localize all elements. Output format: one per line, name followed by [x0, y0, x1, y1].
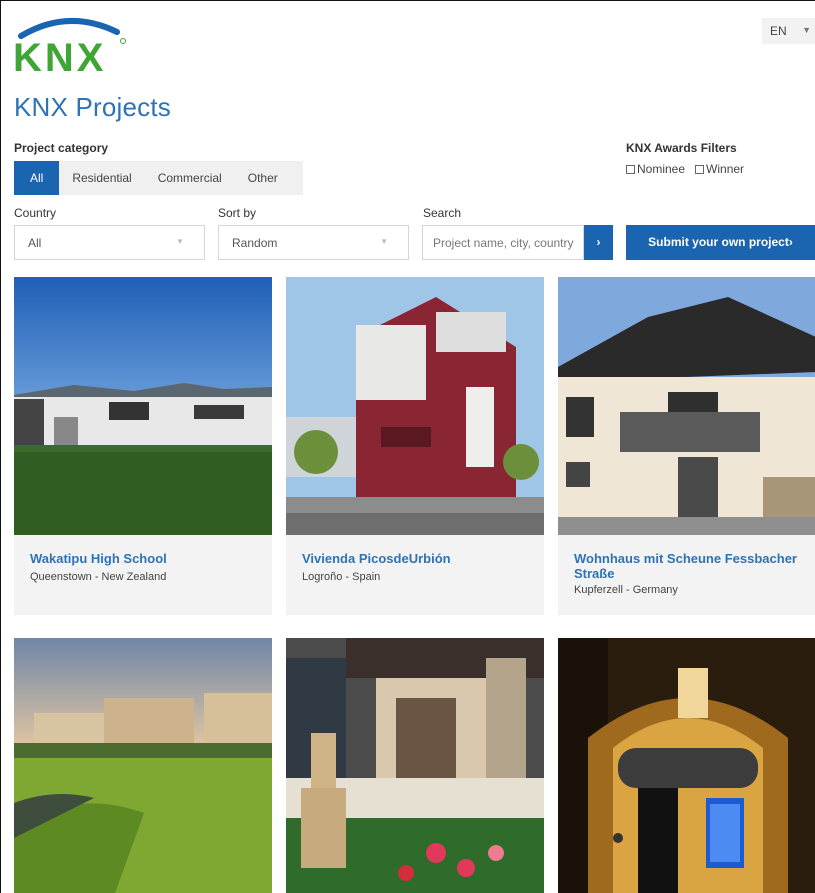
project-location: Queenstown - New Zealand [30, 571, 167, 583]
checkbox-icon[interactable] [626, 164, 635, 174]
knx-logo[interactable]: KNX [13, 16, 131, 80]
language-select[interactable]: EN ▼ [762, 18, 815, 44]
chevron-down-icon: ▼ [802, 25, 811, 35]
project-card[interactable] [286, 638, 544, 893]
project-card[interactable] [558, 638, 815, 893]
project-card[interactable]: Wakatipu High School Queenstown - New Ze… [14, 277, 272, 615]
tab-residential[interactable]: Residential [59, 161, 144, 195]
page-title: KNX Projects [14, 92, 172, 122]
project-location: Kupferzell - Germany [574, 584, 678, 596]
project-title[interactable]: Wakatipu High School [30, 551, 260, 566]
tab-commercial[interactable]: Commercial [145, 161, 235, 195]
project-title[interactable]: Wohnhaus mit Scheune Fessbacher Straße [574, 551, 804, 581]
winner-label: Winner [706, 162, 745, 176]
tab-other[interactable]: Other [235, 161, 291, 195]
awards-options: Nominee Winner [626, 162, 744, 176]
submit-project-button[interactable]: Submit your own project› [626, 225, 815, 260]
search-input[interactable]: Project name, city, country [422, 225, 584, 260]
sort-label: Sort by [218, 206, 257, 220]
search-button[interactable]: › [584, 225, 613, 260]
language-value: EN [770, 24, 787, 38]
project-image[interactable] [286, 277, 544, 535]
project-image[interactable] [558, 277, 815, 535]
project-title[interactable]: Vivienda PicosdeUrbión [302, 551, 532, 566]
project-card[interactable]: Wohnhaus mit Scheune Fessbacher Straße K… [558, 277, 815, 615]
category-tabs: All Residential Commercial Other [14, 161, 303, 195]
nominee-checkbox[interactable]: Nominee [626, 162, 685, 176]
project-category-label: Project category [14, 141, 109, 155]
checkbox-icon[interactable] [695, 164, 705, 174]
project-image[interactable] [14, 638, 272, 893]
chevron-down-icon: ▼ [380, 237, 388, 246]
sort-value: Random [232, 236, 278, 250]
winner-checkbox[interactable]: Winner [695, 162, 744, 176]
window-frame-top [0, 0, 815, 1]
project-image[interactable] [286, 638, 544, 893]
awards-filters-label: KNX Awards Filters [626, 141, 737, 155]
sort-select[interactable]: Random ▼ [218, 225, 409, 260]
project-card[interactable] [14, 638, 272, 893]
project-image[interactable] [558, 638, 815, 893]
country-value: All [28, 236, 42, 250]
chevron-down-icon: ▼ [176, 237, 184, 246]
nominee-label: Nominee [637, 162, 686, 176]
country-select[interactable]: All ▼ [14, 225, 205, 260]
project-card[interactable]: Vivienda PicosdeUrbión Logroño - Spain [286, 277, 544, 615]
logo-text: KNX [13, 36, 106, 74]
country-label: Country [14, 206, 57, 220]
tab-all[interactable]: All [14, 161, 60, 195]
window-frame-left [0, 0, 1, 893]
search-label: Search [423, 206, 462, 220]
project-location: Logroño - Spain [302, 571, 381, 583]
project-image[interactable] [14, 277, 272, 535]
